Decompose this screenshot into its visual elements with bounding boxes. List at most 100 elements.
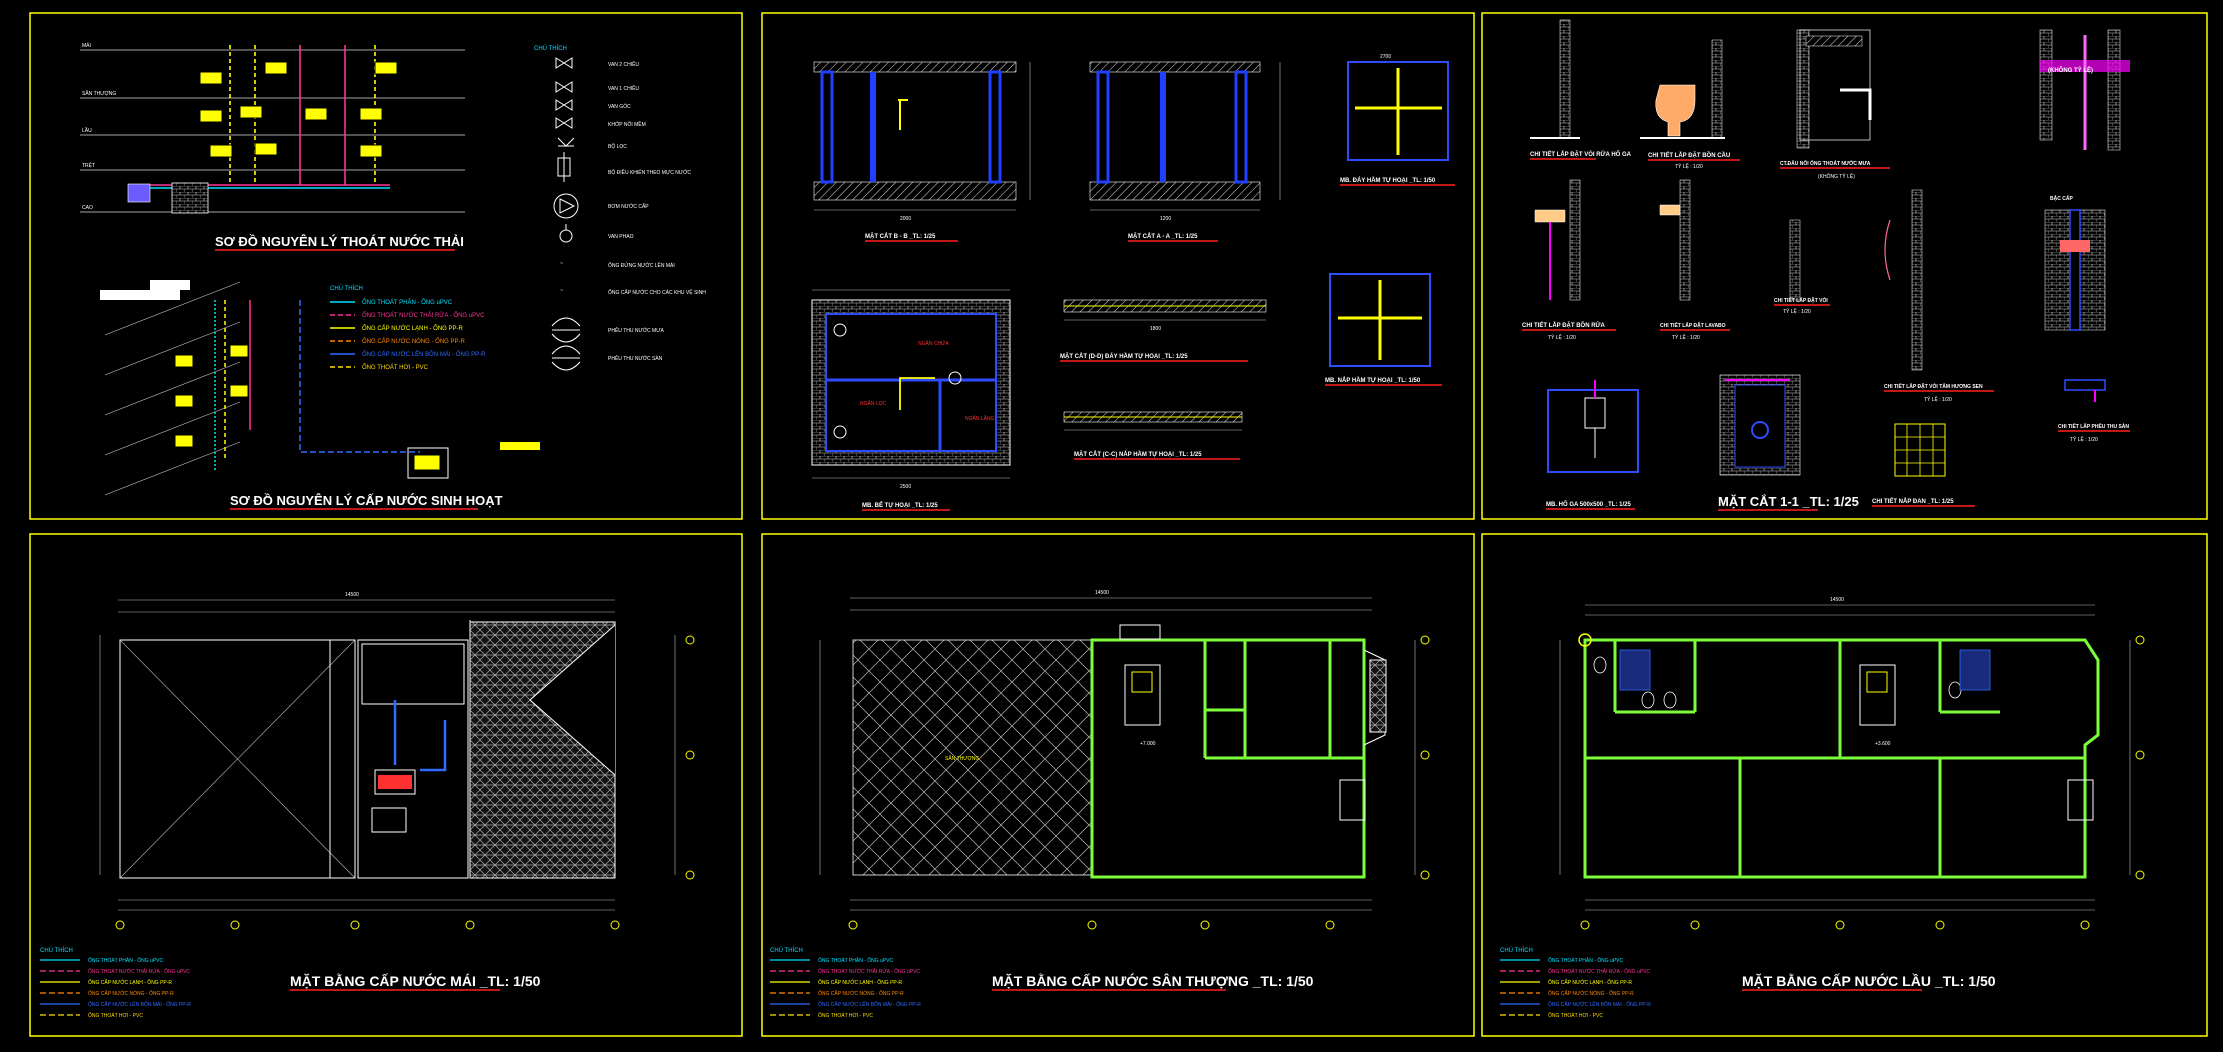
symbol-legend-label: ỐNG ĐỨNG NƯỚC LÊN MÁI [608, 261, 675, 269]
tank-bottom-plan: 2700 [1347, 54, 1449, 161]
plan-title-terrace: MẶT BẰNG CẤP NƯỚC SÂN THƯỢNG _TL: 1/50 [992, 972, 1314, 989]
detail-scale: TỶ LỆ : 1/20 [1924, 395, 1952, 403]
plan-legend-label: ỐNG THOÁT PHÂN - ỐNG uPVC [1548, 957, 1623, 964]
level-label: CAO [82, 205, 93, 211]
diagram-title-supply: SƠ ĐỒ NGUYÊN LÝ CẤP NƯỚC SINH HOẠT [230, 493, 503, 508]
plan-legend-label: ỐNG THOÁT NƯỚC THẢI RỬA - ỐNG uPVC [818, 968, 920, 975]
section-c-c [1063, 411, 1243, 431]
symbol-legend-label: VAN 2 CHIỀU [608, 61, 639, 68]
overall-dimension: 14500 [1095, 590, 1109, 596]
title-section-c-c: MẶT CẮT (C-C) NẮP HẦM TỰ HOẠI _TL: 1/25 [1074, 450, 1202, 458]
dim-label: 2500 [900, 484, 911, 490]
plan-legend-label: ỐNG CẤP NƯỚC LẠNH - ỐNG PP-R [818, 979, 902, 986]
symbol-legend-label: VAN GÓC [608, 103, 631, 110]
symbol-legend-label: PHỄU THU NƯỚC SÀN [608, 355, 663, 362]
detail-scale: TỶ LỆ : 1/20 [1783, 307, 1811, 315]
symbol-legend-label: BỘ ĐIỀU KHIỂN THEO MỰC NƯỚC [608, 169, 691, 176]
title-section-a-a: MẶT CẮT A - A _TL: 1/25 [1128, 232, 1198, 240]
detail-title: CHI TIẾT LẮP ĐẶT BỒN CẦU [1648, 151, 1730, 159]
title-section-b-b: MẶT CẮT B - B _TL: 1/25 [865, 232, 936, 240]
panel-p2-septic-tank: 2000 MẶT CẮT B - B _TL: 1/25 1200 MẶT CẮ… [811, 54, 1455, 511]
legend-symbol-icon [557, 152, 571, 182]
diagram-title-drainage: SƠ ĐỒ NGUYÊN LÝ THOÁT NƯỚC THẢI [215, 234, 464, 249]
level-tag: +3.600 [1875, 741, 1891, 747]
detail-scale: TỶ LỆ : 1/20 [1548, 333, 1576, 341]
panel-frames [29, 12, 2208, 1037]
plan-legend-title: CHÚ THÍCH [40, 947, 73, 954]
dim-label: 2700 [1380, 54, 1391, 60]
pipe-legend: CHÚ THÍCH ỐNG THOÁT PHÂN - ỐNG uPVC ỐNG T… [330, 285, 486, 371]
overall-dimension: 14500 [1830, 597, 1844, 603]
plan-legend-title: CHÚ THÍCH [1500, 947, 1533, 954]
section-b-b: 2000 [813, 61, 1031, 222]
panel-p5-terrace-plan: 14500 SÂN THƯỢNG +7.000 MẶT BẰNG CẤP NƯỚ… [770, 590, 1430, 1019]
plan-legend: CHÚ THÍCH ỐNG THOÁT PHÂN - ỐNG uPVC ỐNG T… [40, 947, 191, 1019]
detail-title: CHI TIẾT LẮP ĐẶT VÒI [1774, 296, 1828, 304]
plan-legend-title: CHÚ THÍCH [770, 947, 803, 954]
panel-p3-plumbing-details: CHI TIẾT LẮP ĐẶT VÒI RỬA HỐ GA CHI TIẾT … [1522, 19, 2130, 511]
room-label: SÂN THƯỢNG [945, 755, 979, 762]
plan-legend-label: ỐNG CẤP NƯỚC LÊN BỒN MÁI - ỐNG PP-R [818, 1000, 921, 1008]
legend-symbol-icon [553, 193, 579, 219]
plan-legend-label: ỐNG THOÁT NƯỚC THẢI RỬA - ỐNG uPVC [1548, 968, 1650, 975]
legend-symbol-icon [559, 224, 573, 243]
grid-bubbles [1580, 635, 2145, 930]
title-tank-lid-plan: MB. NẮP HẦM TỰ HOẠI _TL: 1/50 [1325, 376, 1421, 384]
cad-drawing-sheet: MÁI SÂN THƯỢNG LẦU TRỆT CAO SƠ ĐỒ NGUYÊN… [29, 12, 2208, 1037]
detail-title: (KHÔNG TỶ LỆ) [2048, 66, 2093, 74]
plan-legend-label: ỐNG THOÁT HƠI - PVC [818, 1012, 873, 1019]
septic-tank-plan: NGĂN CHỨA NGĂN LẮNG NGĂN LỌC 2500 [811, 289, 1011, 490]
level-label: MÁI [82, 42, 91, 49]
dim-label: 1200 [1160, 216, 1171, 222]
manhole-section-1-1 [1719, 374, 1801, 476]
detail-scale: TỶ LỆ : 1/20 [2070, 435, 2098, 443]
room-label: NGĂN LỌC [860, 400, 887, 407]
pipe-legend-label: ỐNG CẤP NƯỚC LÊN BỒN MÁI - ỐNG PP-R [362, 350, 486, 358]
panel-p4-roof-plan: 14500 MẶT BẰNG CẤP NƯỚC MÁI _TL: 1/50 CH… [40, 592, 695, 1019]
detail-scale: TỶ LỆ : 1/20 [1675, 162, 1703, 170]
svg-text:~: ~ [560, 261, 563, 267]
green-walls [1583, 638, 2100, 879]
plan-legend-label: ỐNG CẤP NƯỚC NÓNG - ỐNG PP-R [1548, 990, 1634, 997]
plan-legend-label: ỐNG THOÁT PHÂN - ỐNG uPVC [818, 957, 893, 964]
overall-dimension: 14500 [345, 592, 359, 598]
pipe-legend-label: ỐNG CẤP NƯỚC NÓNG - ỐNG PP-R [362, 338, 465, 345]
symbol-legend-label: ỐNG CẤP NƯỚC CHO CÁC KHU VỆ SINH [608, 288, 706, 296]
svg-text:~: ~ [560, 288, 563, 294]
detail-title: CHI TIẾT LẮP PHỄU THU SÀN [2058, 422, 2129, 430]
roof-water-tank [371, 700, 447, 833]
legend-symbol-icon [555, 117, 573, 129]
detail-scale: (KHÔNG TỶ LỆ) [1818, 172, 1855, 180]
plan-legend-label: ỐNG CẤP NƯỚC NÓNG - ỐNG PP-R [88, 990, 174, 997]
pipe-legend-label: ỐNG THOÁT NƯỚC THẢI RỬA - ỐNG uPVC [362, 312, 485, 319]
green-walls [1090, 638, 1366, 879]
symbol-legend-label: KHỚP NỐI MỀM [608, 121, 646, 128]
pipe-legend-label: ỐNG THOÁT PHÂN - ỐNG uPVC [362, 299, 453, 306]
room-label: NGĂN CHỨA [918, 340, 949, 347]
detail-drawings [1530, 19, 2130, 371]
panel-p6-floor-plan: 14500 +3.600 MẶT BẰNG CẤP NƯỚC LẦU _TL: … [1500, 597, 2145, 1019]
plan-legend: CHÚ THÍCH ỐNG THOÁT PHÂN - ỐNG uPVC ỐNG T… [1500, 947, 1651, 1019]
plan-legend-label: ỐNG CẤP NƯỚC LÊN BỒN MÁI - ỐNG PP-R [1548, 1000, 1651, 1008]
legend-symbol-icon [551, 317, 581, 343]
tank-lid-plan [1329, 273, 1431, 367]
plan-legend-label: ỐNG THOÁT PHÂN - ỐNG uPVC [88, 957, 163, 964]
level-label: LẦU [82, 127, 92, 134]
plan-legend-label: ỐNG THOÁT HƠI - PVC [1548, 1012, 1603, 1019]
detail-note: BẬC CẤP [2050, 195, 2073, 202]
detail-title: CT.ĐẤU NỐI ỐNG THOÁT NƯỚC MƯA [1780, 159, 1871, 167]
legend-symbol-icon [555, 57, 573, 69]
title-section-d-d: MẶT CẮT (D-D) ĐÁY HẦM TỰ HOẠI _TL: 1/25 [1060, 352, 1188, 360]
level-label: TRỆT [82, 161, 95, 169]
title-manhole-plan: MB. HỐ GA 500x500 _TL: 1/25 [1546, 501, 1631, 508]
detail-title: CHI TIẾT LẮP ĐẶT VÒI RỬA HỐ GA [1530, 150, 1632, 158]
detail-title: CHI TIẾT LẮP ĐẶT BỒN RỬA [1522, 321, 1606, 329]
plan-legend-label: ỐNG CẤP NƯỚC LẠNH - ỐNG PP-R [88, 979, 172, 986]
title-tank-bottom-plan: MB. ĐÁY HẦM TỰ HOẠI _TL: 1/50 [1340, 177, 1436, 184]
symbol-legend-label: BỘ LỌC [608, 143, 627, 150]
detail-title: CHI TIẾT LẮP ĐẶT LAVABO [1660, 321, 1726, 329]
plan-legend-label: ỐNG CẤP NƯỚC LẠNH - ỐNG PP-R [1548, 979, 1632, 986]
legend-symbol-icon [555, 81, 573, 93]
title-septic-tank-plan: MB. BỂ TỰ HOẠI _TL: 1/25 [862, 502, 938, 509]
symbol-legend-label: VAN 1 CHIỀU [608, 85, 639, 92]
